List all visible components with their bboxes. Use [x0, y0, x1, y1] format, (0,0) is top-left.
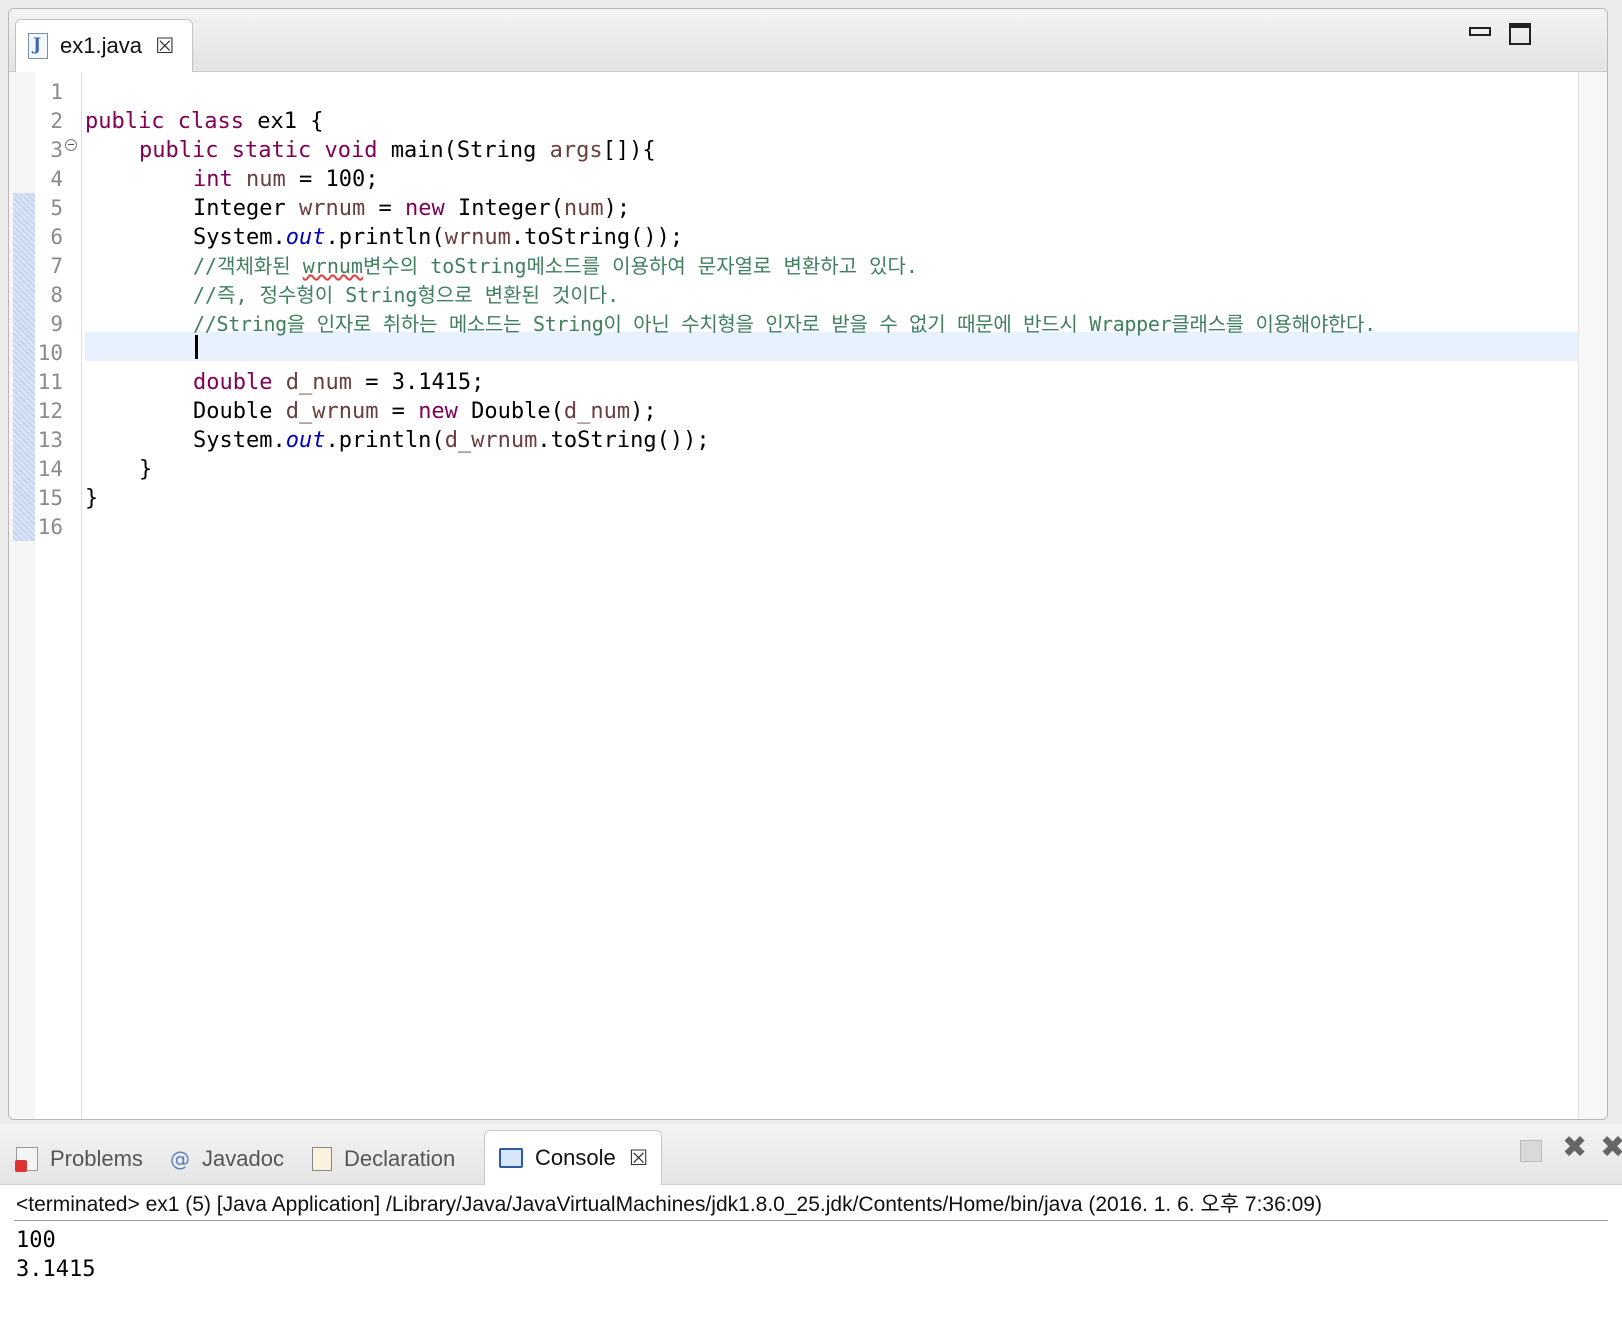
editor-panel: ex1.java ⮽ 1 2 3 4 5 6 7 8 9 10 11 12 13… [8, 8, 1608, 1120]
code-line: Integer wrnum = new Integer(num); [193, 196, 631, 221]
code-line: } [139, 457, 153, 482]
tab-javadoc-label: Javadoc [202, 1146, 284, 1171]
console-panel: Problems @ Javadoc Declaration Console ⮽… [0, 1124, 1622, 1332]
line-number: 15 [37, 486, 63, 510]
tab-problems[interactable]: Problems [15, 1136, 143, 1182]
code-line: public class ex1 { [85, 109, 324, 134]
console-tab-bar: Problems @ Javadoc Declaration Console ⮽… [0, 1124, 1622, 1185]
code-editor[interactable]: public class ex1 { public static void ma… [85, 72, 1579, 1119]
editor-tab-label: ex1.java [60, 33, 142, 58]
close-console-icon[interactable]: ⮽ [630, 1146, 648, 1171]
line-number: 9 [50, 312, 63, 336]
terminate-icon[interactable] [1520, 1140, 1542, 1162]
maximize-icon[interactable] [1509, 23, 1531, 45]
line-number: 4 [50, 167, 63, 191]
text-cursor [195, 335, 198, 359]
close-tab-icon[interactable]: ⮽ [156, 34, 174, 59]
java-file-icon [28, 33, 48, 59]
console-icon [499, 1148, 523, 1168]
line-number: 10 [37, 341, 63, 365]
line-number: 14 [37, 457, 63, 481]
remove-all-terminated-icon[interactable]: ✖ [1600, 1130, 1622, 1165]
console-output-line: 100 [16, 1228, 56, 1253]
line-number: 13 [37, 428, 63, 452]
code-line: public static void main(String args[]){ [139, 138, 656, 163]
spelling-warning: wrnum [302, 254, 363, 278]
line-number: 3 [50, 138, 63, 162]
code-comment: //String을 인자로 취하는 메소드는 String이 아닌 수치형을 인… [193, 312, 1376, 336]
minimize-icon[interactable] [1469, 27, 1491, 36]
code-line: System.out.println(d_wrnum.toString()); [193, 428, 710, 453]
divider [14, 1220, 1608, 1221]
line-number: 7 [50, 254, 63, 278]
code-line: double d_num = 3.1415; [193, 370, 485, 395]
editor-tab-ex1-java[interactable]: ex1.java ⮽ [15, 19, 193, 72]
tab-console-label: Console [535, 1145, 616, 1170]
tab-declaration[interactable]: Declaration [312, 1136, 455, 1182]
method-range-indicator [13, 193, 35, 541]
tab-declaration-label: Declaration [344, 1146, 456, 1171]
problems-icon [15, 1147, 38, 1172]
overview-ruler [1578, 72, 1607, 1119]
code-comment: //즉, 정수형이 String형으로 변환된 것이다. [193, 283, 620, 307]
annotation-gutter [9, 72, 35, 1119]
line-number: 11 [37, 370, 63, 394]
code-comment: //객체화된 wrnum변수의 toString메소드를 이용하여 문자열로 변… [193, 254, 918, 278]
line-number: 12 [37, 399, 63, 423]
declaration-icon [312, 1147, 332, 1171]
line-number: 8 [50, 283, 63, 307]
remove-launch-icon[interactable]: ✖ [1562, 1130, 1587, 1165]
line-number: 6 [50, 225, 63, 249]
line-number-ruler: 1 2 3 4 5 6 7 8 9 10 11 12 13 14 15 16 [35, 72, 82, 1119]
line-number: 16 [37, 515, 63, 539]
code-line: Double d_wrnum = new Double(d_num); [193, 399, 657, 424]
editor-tab-bar: ex1.java ⮽ [9, 9, 1607, 72]
tab-javadoc[interactable]: @ Javadoc [170, 1136, 284, 1182]
code-line: System.out.println(wrnum.toString()); [193, 225, 684, 250]
code-line: } [85, 486, 99, 511]
tab-problems-label: Problems [50, 1146, 143, 1171]
line-number: 1 [50, 80, 63, 104]
line-number: 2 [50, 109, 63, 133]
line-number: 5 [50, 196, 63, 220]
console-process-label: <terminated> ex1 (5) [Java Application] … [16, 1193, 1322, 1216]
code-line: int num = 100; [193, 167, 379, 192]
collapse-fold-icon[interactable] [65, 139, 77, 151]
javadoc-icon: @ [170, 1147, 190, 1171]
console-output-line: 3.1415 [16, 1257, 96, 1282]
tab-console[interactable]: Console ⮽ [484, 1130, 663, 1185]
